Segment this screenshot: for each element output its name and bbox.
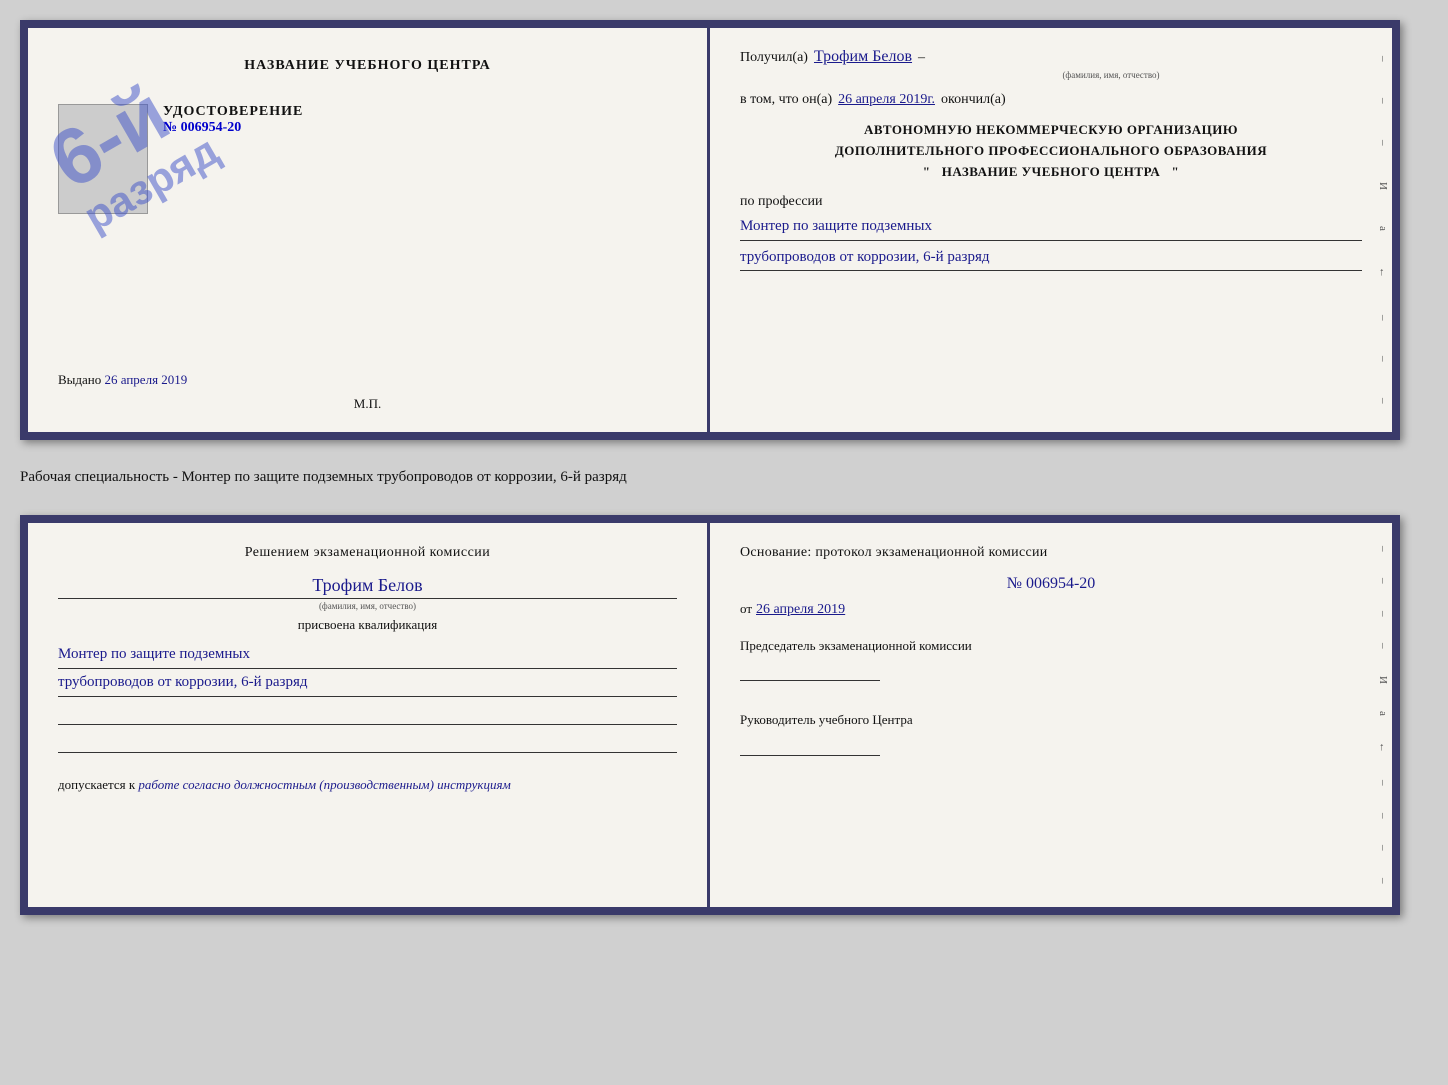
dopuskaetsya-label: допускается к: [58, 777, 135, 792]
right-char-1: –: [1377, 56, 1389, 62]
right-edge-chars: – – – И а ← – – –: [1374, 28, 1392, 432]
kvalif-line1: Монтер по защите подземных: [58, 641, 677, 669]
date-handwritten: 26 апреля 2019г.: [838, 92, 935, 108]
rb-char-7: ←: [1377, 742, 1389, 753]
org-name: НАЗВАНИЕ УЧЕБНОГО ЦЕНТРА: [942, 164, 1161, 179]
doc-top-left: НАЗВАНИЕ УЧЕБНОГО ЦЕНТРА УДОСТОВЕРЕНИЕ №…: [28, 28, 710, 432]
dash1: –: [918, 50, 925, 66]
right-char-4: И: [1377, 182, 1389, 190]
org-line2: ДОПОЛНИТЕЛЬНОГО ПРОФЕССИОНАЛЬНОГО ОБРАЗО…: [740, 141, 1362, 162]
profession-line2: трубопроводов от коррозии, 6-й разряд: [740, 245, 1362, 272]
kvalif-line2: трубопроводов от коррозии, 6-й разряд: [58, 669, 677, 697]
predsedatel-block: Председатель экзаменационной комиссии: [740, 634, 1362, 689]
udost-num: № 006954-20: [163, 120, 303, 136]
ot-line: от 26 апреля 2019: [740, 601, 1362, 618]
fio-handwritten-top: Трофим Белов: [814, 48, 912, 66]
right-char-3: –: [1377, 140, 1389, 146]
org-quote-open: ": [923, 164, 931, 179]
okochil-label: окончил(а): [941, 92, 1006, 108]
vtom-line: в том, что он(а) 26 апреля 2019г. окончи…: [740, 92, 1362, 108]
org-name-line: " НАЗВАНИЕ УЧЕБНОГО ЦЕНТРА ": [740, 162, 1362, 183]
right-char-9: –: [1377, 398, 1389, 404]
rb-char-9: –: [1377, 813, 1389, 819]
right-char-2: –: [1377, 98, 1389, 104]
rb-char-3: –: [1377, 611, 1389, 617]
right-char-6: ←: [1377, 267, 1389, 278]
rb-char-11: –: [1377, 878, 1389, 884]
profession-line1: Монтер по защите подземных: [740, 214, 1362, 241]
vydano-line: Выдано 26 апреля 2019: [58, 352, 677, 388]
udost-info: УДОСТОВЕРЕНИЕ № 006954-20: [163, 104, 303, 136]
photo-placeholder: [58, 104, 148, 214]
document-top: НАЗВАНИЕ УЧЕБНОГО ЦЕНТРА УДОСТОВЕРЕНИЕ №…: [20, 20, 1400, 440]
prisvoena-label: присвоена квалификация: [58, 617, 677, 633]
page-wrapper: НАЗВАНИЕ УЧЕБНОГО ЦЕНТРА УДОСТОВЕРЕНИЕ №…: [20, 20, 1428, 915]
org-quote-close: ": [1172, 164, 1180, 179]
right-char-5: а: [1377, 226, 1389, 231]
rukovoditel-signature-line: [740, 755, 880, 756]
right-char-8: –: [1377, 356, 1389, 362]
udost-area: УДОСТОВЕРЕНИЕ № 006954-20: [58, 104, 677, 214]
ot-label: от: [740, 601, 752, 617]
udost-label: УДОСТОВЕРЕНИЕ: [163, 104, 303, 120]
rb-char-1: –: [1377, 546, 1389, 552]
poluchil-line: Получил(а) Трофим Белов –: [740, 48, 1362, 66]
middle-text: Рабочая специальность - Монтер по защите…: [20, 458, 1428, 497]
rukovoditel-label: Руководитель учебного Центра: [740, 708, 1362, 731]
vydano-label: Выдано: [58, 372, 101, 387]
document-bottom: Решением экзаменационной комиссии Трофим…: [20, 515, 1400, 915]
dopuskaetsya-value: работе согласно должностным (производств…: [138, 777, 510, 792]
predsedatel-signature-line: [740, 680, 880, 681]
osnovanie-label: Основание: протокол экзаменационной коми…: [740, 545, 1362, 561]
rb-char-10: –: [1377, 845, 1389, 851]
doc-top-right: Получил(а) Трофим Белов – (фамилия, имя,…: [710, 28, 1392, 432]
mp-label: М.П.: [354, 396, 381, 412]
top-left-title: НАЗВАНИЕ УЧЕБНОГО ЦЕНТРА: [244, 58, 490, 74]
blank-line2: [58, 731, 677, 753]
blank-line1: [58, 703, 677, 725]
fio-sublabel-bottom: (фамилия, имя, отчество): [58, 601, 677, 611]
predsedatel-label: Председатель экзаменационной комиссии: [740, 634, 1362, 657]
dopuskaetsya-block: допускается к работе согласно должностны…: [58, 777, 677, 793]
org-line1: АВТОНОМНУЮ НЕКОММЕРЧЕСКУЮ ОРГАНИЗАЦИЮ: [740, 120, 1362, 141]
rb-char-2: –: [1377, 578, 1389, 584]
org-block: АВТОНОМНУЮ НЕКОММЕРЧЕСКУЮ ОРГАНИЗАЦИЮ ДО…: [740, 120, 1362, 182]
vydano-date: 26 апреля 2019: [105, 372, 188, 387]
rb-char-4: –: [1377, 643, 1389, 649]
rb-char-6: а: [1377, 711, 1389, 716]
protocol-num: № 006954-20: [740, 575, 1362, 593]
fio-sublabel-top: (фамилия, имя, отчество): [860, 70, 1362, 80]
right-edge-chars-bottom: – – – – И а ← – – – –: [1374, 523, 1392, 907]
ot-date: 26 апреля 2019: [756, 602, 845, 618]
doc-bottom-right: Основание: протокол экзаменационной коми…: [710, 523, 1392, 907]
resheniem-label: Решением экзаменационной комиссии: [58, 545, 677, 561]
fio-handwritten-bottom: Трофим Белов: [58, 575, 677, 599]
right-char-7: –: [1377, 315, 1389, 321]
vtom-label: в том, что он(а): [740, 92, 832, 108]
rb-char-8: –: [1377, 780, 1389, 786]
doc-bottom-left: Решением экзаменационной комиссии Трофим…: [28, 523, 710, 907]
po-professii-label: по профессии: [740, 194, 1362, 210]
poluchil-label: Получил(а): [740, 50, 808, 66]
rb-char-5: И: [1377, 676, 1389, 684]
rukovoditel-block: Руководитель учебного Центра: [740, 708, 1362, 763]
